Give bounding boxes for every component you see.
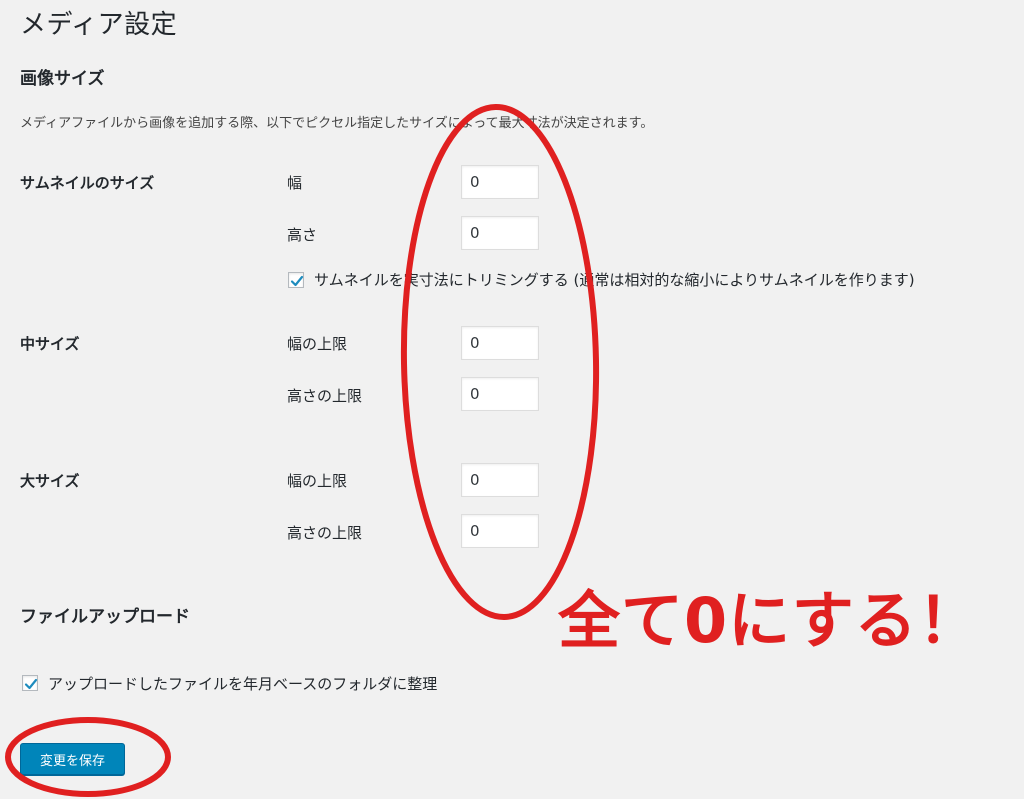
thumbnail-crop-checkbox[interactable] <box>288 272 304 288</box>
medium-max-width-label: 幅の上限 <box>287 335 348 353</box>
medium-max-height-label: 高さの上限 <box>287 387 363 405</box>
medium-size-label: 中サイズ <box>20 335 80 353</box>
page-title: メディア設定 <box>20 10 178 40</box>
thumbnail-crop-label: サムネイルを実寸法にトリミングする (通常は相対的な縮小によりサムネイルを作りま… <box>314 271 915 289</box>
medium-max-height-input[interactable] <box>461 377 539 411</box>
annotation-text: 全て0にする！ <box>558 584 981 657</box>
large-max-height-label: 高さの上限 <box>287 524 363 542</box>
media-settings-page: メディア設定 画像サイズ メディアファイルから画像を追加する際、以下でピクセル指… <box>0 0 1024 799</box>
file-upload-heading: ファイルアップロード <box>20 607 190 627</box>
medium-max-width-input[interactable] <box>461 326 539 360</box>
large-max-width-label: 幅の上限 <box>287 472 348 490</box>
thumbnail-width-input[interactable] <box>461 165 539 199</box>
save-changes-button[interactable]: 変更を保存 <box>20 743 125 775</box>
thumbnail-size-label: サムネイルのサイズ <box>20 174 155 192</box>
organize-uploads-checkbox[interactable] <box>22 675 38 691</box>
thumbnail-height-input[interactable] <box>461 216 539 250</box>
checkmark-icon <box>24 678 38 690</box>
thumbnail-width-label: 幅 <box>287 174 303 192</box>
image-sizes-description: メディアファイルから画像を追加する際、以下でピクセル指定したサイズによって最大寸… <box>20 116 654 131</box>
organize-uploads-label: アップロードしたファイルを年月ベースのフォルダに整理 <box>48 675 438 693</box>
image-sizes-heading: 画像サイズ <box>20 69 105 89</box>
large-size-label: 大サイズ <box>20 472 80 490</box>
thumbnail-height-label: 高さ <box>287 226 318 244</box>
large-max-width-input[interactable] <box>461 463 539 497</box>
checkmark-icon <box>290 275 304 287</box>
large-max-height-input[interactable] <box>461 514 539 548</box>
